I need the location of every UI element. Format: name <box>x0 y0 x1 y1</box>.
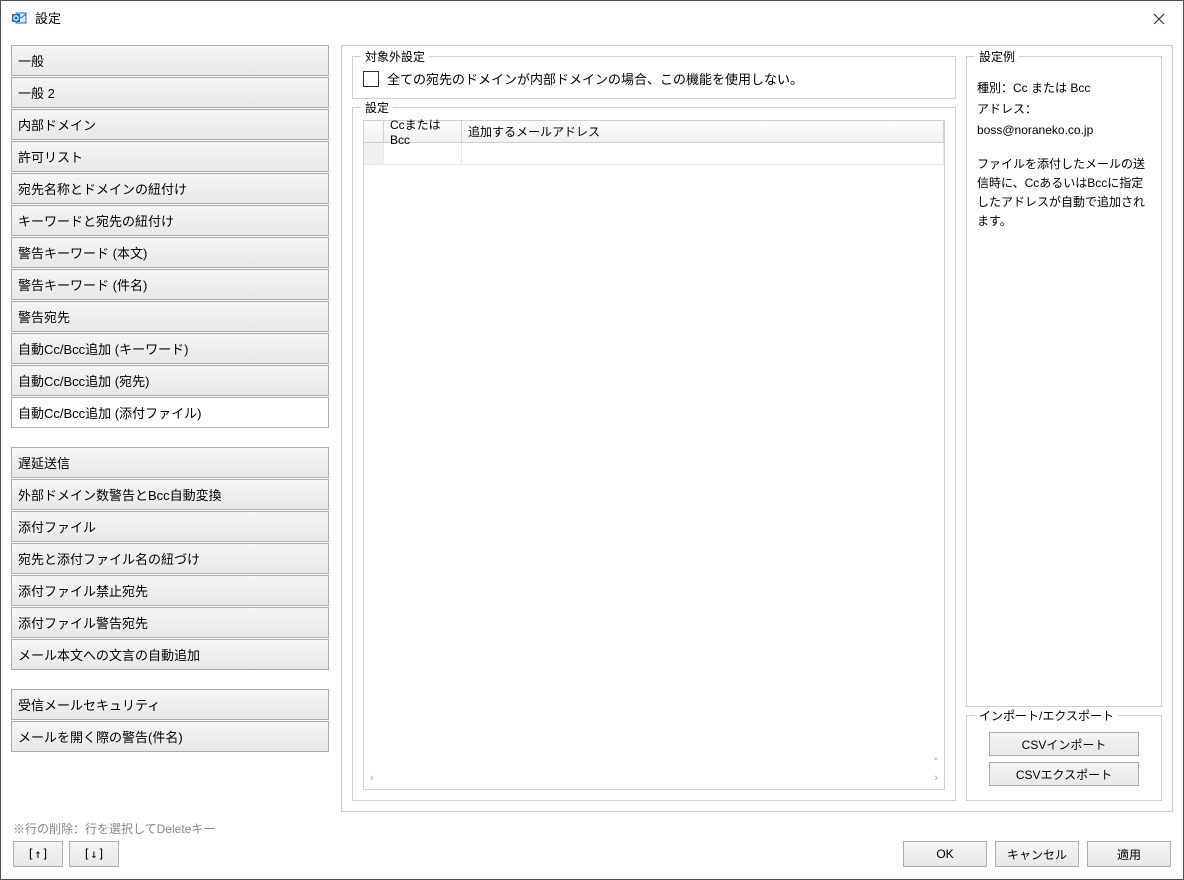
nav-attachment[interactable]: 添付ファイル <box>11 511 329 542</box>
move-up-button[interactable]: [↑] <box>13 841 63 867</box>
main-area: 一般 一般 2 内部ドメイン 許可リスト 宛先名称とドメインの紐付け キーワード… <box>1 35 1183 812</box>
nav-general[interactable]: 一般 <box>11 45 329 76</box>
nav-internal-domain[interactable]: 内部ドメイン <box>11 109 329 140</box>
close-button[interactable] <box>1147 9 1171 29</box>
import-export-fieldset: インポート/エクスポート CSVインポート CSVエクスポート <box>966 715 1162 801</box>
footer: ※行の削除：行を選択してDeleteキー [↑] [↓] OK キャンセル 適用 <box>1 812 1183 879</box>
settings-window: 設定 一般 一般 2 内部ドメイン 許可リスト 宛先名称とドメインの紐付け キー… <box>0 0 1184 880</box>
nav-external-domain-bcc[interactable]: 外部ドメイン数警告とBcc自動変換 <box>11 479 329 510</box>
import-export-legend: インポート/エクスポート <box>975 707 1118 724</box>
nav-recipient-domain-link[interactable]: 宛先名称とドメインの紐付け <box>11 173 329 204</box>
col-header-ccbcc[interactable]: CcまたはBcc <box>384 121 462 142</box>
window-title: 設定 <box>35 8 61 27</box>
csv-export-button[interactable]: CSVエクスポート <box>989 762 1139 786</box>
delete-hint: ※行の削除：行を選択してDeleteキー <box>13 820 215 837</box>
nav-open-warning-subject[interactable]: メールを開く際の警告(件名) <box>11 721 329 752</box>
nav-general-2[interactable]: 一般 2 <box>11 77 329 108</box>
example-address-label: アドレス： <box>977 100 1151 119</box>
nav-recipient-attach-link[interactable]: 宛先と添付ファイル名の紐づけ <box>11 543 329 574</box>
example-description: ファイルを添付したメールの送信時に、CcあるいはBccに指定したアドレスが自動で… <box>977 155 1151 232</box>
ok-button[interactable]: OK <box>903 841 987 867</box>
nav-keyword-recipient-link[interactable]: キーワードと宛先の紐付け <box>11 205 329 236</box>
nav-delayed-send[interactable]: 遅延送信 <box>11 447 329 478</box>
table-body[interactable] <box>364 143 944 767</box>
main-content: 対象外設定 全ての宛先のドメインが内部ドメインの場合、この機能を使用しない。 設… <box>352 56 956 801</box>
exclusion-checkbox-label: 全ての宛先のドメインが内部ドメインの場合、この機能を使用しない。 <box>387 69 803 88</box>
settings-fieldset: 設定 CcまたはBcc 追加するメールアドレス <box>352 107 956 801</box>
outlook-icon <box>11 10 27 26</box>
order-buttons: [↑] [↓] <box>13 841 215 867</box>
table-row[interactable] <box>364 143 944 165</box>
footer-right: OK キャンセル 適用 <box>903 841 1171 867</box>
example-fieldset: 設定例 種別：Cc または Bcc アドレス： boss@noraneko.co… <box>966 56 1162 707</box>
col-header-address[interactable]: 追加するメールアドレス <box>462 121 944 142</box>
example-type: 種別：Cc または Bcc <box>977 79 1151 98</box>
titlebar: 設定 <box>1 1 1183 35</box>
example-legend: 設定例 <box>975 48 1019 65</box>
scroll-down-icon[interactable]: ⌄ <box>932 752 940 763</box>
nav-attach-deny-recipient[interactable]: 添付ファイル禁止宛先 <box>11 575 329 606</box>
scroll-left-icon[interactable]: ‹ <box>370 772 374 784</box>
scroll-right-icon[interactable]: › <box>934 772 938 784</box>
apply-button[interactable]: 適用 <box>1087 841 1171 867</box>
exclusion-fieldset: 対象外設定 全ての宛先のドメインが内部ドメインの場合、この機能を使用しない。 <box>352 56 956 99</box>
example-address-value: boss@noraneko.co.jp <box>977 121 1151 140</box>
cancel-button[interactable]: キャンセル <box>995 841 1079 867</box>
move-down-button[interactable]: [↓] <box>69 841 119 867</box>
csv-import-button[interactable]: CSVインポート <box>989 732 1139 756</box>
nav-attach-warn-recipient[interactable]: 添付ファイル警告宛先 <box>11 607 329 638</box>
exclusion-legend: 対象外設定 <box>361 48 429 65</box>
nav-auto-ccbcc-attachment[interactable]: 自動Cc/Bcc追加 (添付ファイル) <box>11 397 329 428</box>
nav-allow-list[interactable]: 許可リスト <box>11 141 329 172</box>
row-header-corner <box>364 121 384 142</box>
nav-auto-body-text[interactable]: メール本文への文言の自動追加 <box>11 639 329 670</box>
settings-legend: 設定 <box>361 99 393 116</box>
footer-left: ※行の削除：行を選択してDeleteキー [↑] [↓] <box>13 820 215 867</box>
content-area: 対象外設定 全ての宛先のドメインが内部ドメインの場合、この機能を使用しない。 設… <box>341 45 1173 812</box>
nav-auto-ccbcc-keyword[interactable]: 自動Cc/Bcc追加 (キーワード) <box>11 333 329 364</box>
settings-table[interactable]: CcまたはBcc 追加するメールアドレス ⌄ ‹ <box>363 120 945 790</box>
nav-auto-ccbcc-recipient[interactable]: 自動Cc/Bcc追加 (宛先) <box>11 365 329 396</box>
sidebar: 一般 一般 2 内部ドメイン 許可リスト 宛先名称とドメインの紐付け キーワード… <box>11 45 329 812</box>
exclusion-checkbox-row: 全ての宛先のドメインが内部ドメインの場合、この機能を使用しない。 <box>363 69 945 88</box>
example-content: 種別：Cc または Bcc アドレス： boss@noraneko.co.jp … <box>977 69 1151 231</box>
table-header: CcまたはBcc 追加するメールアドレス <box>364 121 944 143</box>
exclusion-checkbox[interactable] <box>363 71 379 87</box>
nav-receive-security[interactable]: 受信メールセキュリティ <box>11 689 329 720</box>
nav-warning-keyword-subject[interactable]: 警告キーワード (件名) <box>11 269 329 300</box>
nav-warning-recipient[interactable]: 警告宛先 <box>11 301 329 332</box>
nav-warning-keyword-body[interactable]: 警告キーワード (本文) <box>11 237 329 268</box>
right-panel: 設定例 種別：Cc または Bcc アドレス： boss@noraneko.co… <box>966 56 1162 801</box>
